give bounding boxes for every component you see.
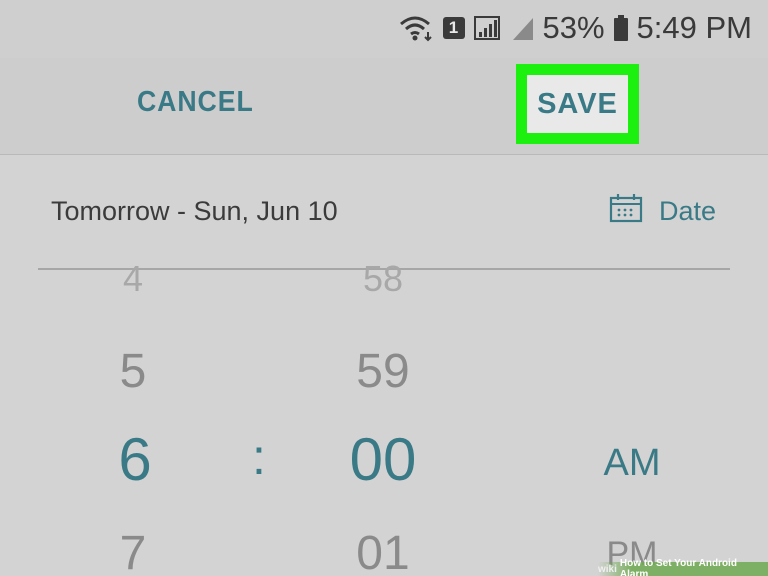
save-button[interactable]: SAVE	[527, 75, 628, 133]
minute-option-below-1[interactable]: 01	[356, 526, 409, 576]
watermark: wiki How to Set Your Android Alarm	[598, 558, 768, 576]
battery-percent: 53%	[542, 10, 605, 45]
watermark-text: How to Set Your Android Alarm	[619, 558, 737, 576]
cancel-button[interactable]: CANCEL	[137, 86, 254, 119]
status-bar: 1 53% 5:49 PM	[0, 0, 768, 58]
hour-option-below-1[interactable]: 7	[120, 526, 147, 576]
hour-option-above-2[interactable]: 4	[123, 258, 143, 300]
battery-icon	[613, 14, 629, 42]
wifi-icon	[399, 14, 435, 42]
alarm-date-label: Tomorrow - Sun, Jun 10	[51, 196, 338, 226]
calendar-icon	[609, 193, 643, 230]
save-highlight-box: SAVE	[516, 64, 639, 144]
hour-selected[interactable]: 6	[118, 425, 151, 494]
action-bar: CANCEL SAVE	[0, 58, 768, 155]
signal-weak-icon	[511, 14, 535, 42]
ampm-selected[interactable]: AM	[604, 442, 661, 485]
watermark-logo: wiki	[598, 563, 617, 575]
status-icons: 1 53% 5:49 PM	[399, 8, 752, 48]
hour-option-above-1[interactable]: 5	[120, 344, 147, 399]
clock-time: 5:49 PM	[636, 10, 752, 45]
minute-option-above-1[interactable]: 59	[356, 344, 409, 399]
alarm-edit-screen: 1 53% 5:49 PM CANCEL SAVE Tomorrow - Sun…	[0, 0, 768, 576]
signal-icon	[473, 14, 503, 42]
time-separator: :	[252, 429, 266, 485]
minute-option-above-2[interactable]: 58	[363, 258, 403, 300]
date-button[interactable]: Date	[609, 193, 716, 230]
date-row: Tomorrow - Sun, Jun 10 Date	[0, 155, 768, 268]
minute-selected[interactable]: 00	[350, 425, 417, 494]
date-button-label: Date	[658, 196, 716, 226]
sim-icon: 1	[442, 17, 465, 39]
